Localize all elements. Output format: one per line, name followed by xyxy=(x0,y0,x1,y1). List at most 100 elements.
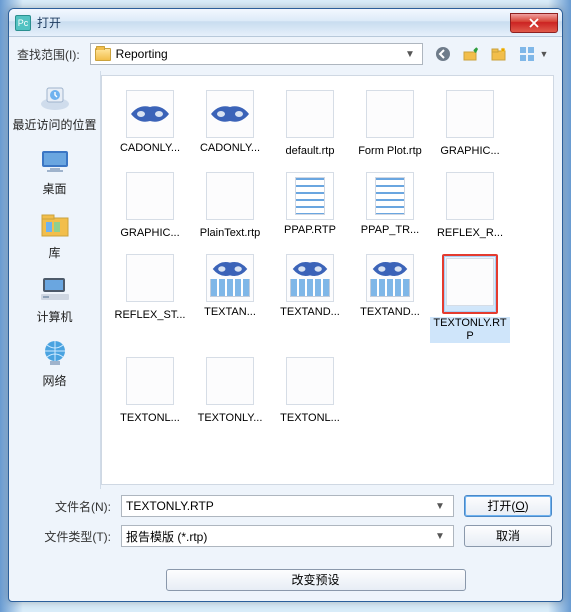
file-thumb xyxy=(366,172,414,220)
place-label: 最近访问的位置 xyxy=(13,116,97,133)
filetype-select[interactable]: 报告模版 (*.rtp) ▼ xyxy=(121,525,454,547)
chevron-down-icon: ▼ xyxy=(536,49,552,59)
file-name: TEXTAND... xyxy=(350,306,430,319)
file-thumb xyxy=(286,357,334,405)
titlebar: Pc 打开 xyxy=(9,9,562,37)
file-item[interactable]: CADONLY... xyxy=(190,90,270,158)
lookin-label: 查找范围(I): xyxy=(17,46,80,63)
file-item[interactable]: Form Plot.rtp xyxy=(350,90,430,158)
file-name: TEXTONLY... xyxy=(190,412,270,425)
filename-label: 文件名(N): xyxy=(19,498,111,515)
place-network[interactable]: 网络 xyxy=(13,333,97,395)
file-thumb xyxy=(206,357,254,405)
file-name: PPAP_TR... xyxy=(350,224,430,237)
file-item[interactable]: TEXTONL... xyxy=(110,357,190,425)
file-item[interactable]: TEXTONLY.RTP xyxy=(430,254,510,343)
file-item[interactable]: GRAPHIC... xyxy=(110,172,190,240)
file-item[interactable]: PPAP_TR... xyxy=(350,172,430,240)
file-name: TEXTONL... xyxy=(270,412,350,425)
back-button[interactable] xyxy=(433,44,453,64)
computer-icon xyxy=(37,273,73,305)
filename-input[interactable]: TEXTONLY.RTP ▼ xyxy=(121,495,454,517)
file-name: PPAP.RTP xyxy=(270,224,350,237)
file-list-pane[interactable]: CADONLY...CADONLY...default.rtpForm Plot… xyxy=(101,75,554,485)
file-thumb xyxy=(446,258,494,306)
filetype-label: 文件类型(T): xyxy=(19,528,111,545)
place-label: 库 xyxy=(13,244,97,261)
file-name: TEXTAN... xyxy=(190,306,270,319)
folder-icon xyxy=(95,48,111,61)
file-item[interactable]: CADONLY... xyxy=(110,90,190,158)
place-computer[interactable]: 计算机 xyxy=(13,269,97,331)
file-name: TEXTAND... xyxy=(270,306,350,319)
file-thumb xyxy=(126,90,174,138)
place-label: 网络 xyxy=(13,372,97,389)
filetype-value: 报告模版 (*.rtp) xyxy=(126,528,207,545)
file-item[interactable]: PPAP.RTP xyxy=(270,172,350,240)
file-item[interactable]: TEXTONLY... xyxy=(190,357,270,425)
file-name: TEXTONL... xyxy=(110,412,190,425)
file-name: default.rtp xyxy=(270,145,350,158)
filename-value: TEXTONLY.RTP xyxy=(126,499,214,513)
chevron-down-icon: ▼ xyxy=(435,496,451,516)
close-button[interactable] xyxy=(510,13,558,33)
file-thumb xyxy=(206,172,254,220)
library-icon xyxy=(37,209,73,241)
file-item[interactable]: default.rtp xyxy=(270,90,350,158)
change-preset-button[interactable]: 改变预设 xyxy=(166,569,466,591)
file-item[interactable]: REFLEX_R... xyxy=(430,172,510,240)
dialog-title: 打开 xyxy=(37,14,510,31)
places-bar: 最近访问的位置桌面库计算机网络 xyxy=(9,71,101,489)
up-button[interactable] xyxy=(461,44,481,64)
new-folder-button[interactable] xyxy=(489,44,509,64)
file-thumb xyxy=(126,172,174,220)
place-recent[interactable]: 最近访问的位置 xyxy=(13,77,97,139)
desktop-icon xyxy=(37,145,73,177)
file-thumb xyxy=(446,90,494,138)
place-library[interactable]: 库 xyxy=(13,205,97,267)
open-dialog: Pc 打开 查找范围(I): Reporting ▼ ▼ xyxy=(8,8,563,602)
lookin-combo[interactable]: Reporting ▼ xyxy=(90,43,423,65)
file-item[interactable]: GRAPHIC... xyxy=(430,90,510,158)
file-thumb xyxy=(206,90,254,138)
view-menu-button[interactable]: ▼ xyxy=(517,44,554,64)
new-folder-icon xyxy=(491,46,507,62)
network-icon xyxy=(37,337,73,369)
chevron-down-icon: ▼ xyxy=(435,526,451,546)
file-item[interactable]: REFLEX_ST... xyxy=(110,254,190,343)
file-thumb xyxy=(366,90,414,138)
file-thumb xyxy=(366,254,414,302)
file-name: GRAPHIC... xyxy=(110,227,190,240)
place-label: 桌面 xyxy=(13,180,97,197)
file-item[interactable]: TEXTAND... xyxy=(270,254,350,343)
close-icon xyxy=(529,18,539,28)
file-name: CADONLY... xyxy=(110,142,190,155)
file-thumb xyxy=(446,172,494,220)
file-name: REFLEX_R... xyxy=(430,227,510,240)
file-thumb xyxy=(126,254,174,302)
file-thumb xyxy=(126,357,174,405)
place-desktop[interactable]: 桌面 xyxy=(13,141,97,203)
file-name: CADONLY... xyxy=(190,142,270,155)
file-item[interactable]: TEXTONL... xyxy=(270,357,350,425)
file-item[interactable]: TEXTAN... xyxy=(190,254,270,343)
open-button[interactable]: 打开(O) xyxy=(464,495,552,517)
file-name: GRAPHIC... xyxy=(430,145,510,158)
view-icon xyxy=(519,46,535,62)
up-icon xyxy=(463,46,479,62)
file-name: TEXTONLY.RTP xyxy=(430,317,510,343)
bottom-panel: 文件名(N): TEXTONLY.RTP ▼ 打开(O) 文件类型(T): 报告… xyxy=(9,489,562,601)
file-thumb xyxy=(286,254,334,302)
place-label: 计算机 xyxy=(13,308,97,325)
recent-icon xyxy=(37,81,73,113)
file-item[interactable]: PlainText.rtp xyxy=(190,172,270,240)
cancel-button[interactable]: 取消 xyxy=(464,525,552,547)
app-icon: Pc xyxy=(15,15,31,31)
file-thumb xyxy=(206,254,254,302)
file-thumb xyxy=(286,172,334,220)
file-name: Form Plot.rtp xyxy=(350,145,430,158)
file-item[interactable]: TEXTAND... xyxy=(350,254,430,343)
file-name: PlainText.rtp xyxy=(190,227,270,240)
lookin-toolbar: 查找范围(I): Reporting ▼ ▼ xyxy=(9,37,562,71)
back-icon xyxy=(435,46,451,62)
